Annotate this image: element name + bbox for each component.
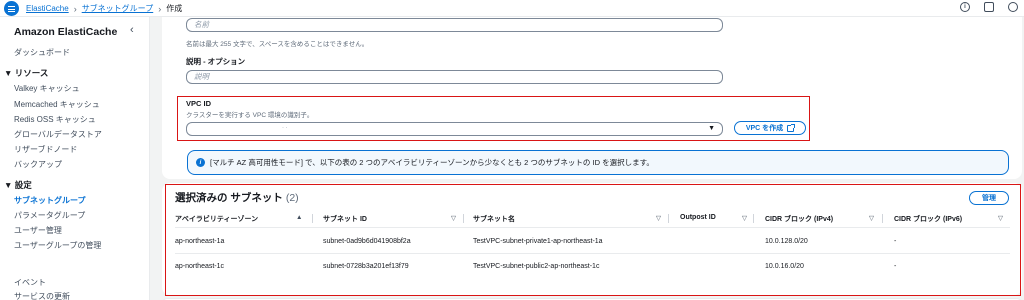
column-header-cidr-ipv4[interactable]: CIDR ブロック (IPv4) — [765, 214, 833, 224]
sidebar-item-global-datastore[interactable]: グローバルデータストア — [14, 129, 102, 140]
hamburger-icon — [8, 5, 15, 12]
feedback-icon[interactable] — [984, 2, 994, 12]
vpc-id-label: VPC ID — [186, 99, 212, 108]
description-input[interactable]: 説明 — [186, 70, 723, 84]
selected-subnets-card: 選択済みの サブネット (2) 管理 アベイラビリティーゾーン ▲ サブネット … — [162, 183, 1022, 296]
main-content: 名前 名前は最大 255 文字で、スペースを含めることはできません。 説明 - … — [150, 17, 1024, 300]
sidebar-item-backups[interactable]: バックアップ — [14, 159, 62, 170]
table-count: (2) — [285, 192, 299, 204]
table-cell-cidr-ipv4: 10.0.16.0/20 — [765, 263, 804, 270]
table-cell-subnet-name: TestVPC-subnet-public2-ap-northeast-1c — [473, 263, 600, 270]
column-header-subnet-id[interactable]: サブネット ID — [323, 214, 367, 224]
table-cell-subnet-name: TestVPC-subnet-private1-ap-northeast-1a — [473, 238, 603, 245]
name-hint: 名前は最大 255 文字で、スペースを含めることはできません。 — [186, 41, 369, 48]
subnet-group-settings-card: 名前 名前は最大 255 文字で、スペースを含めることはできません。 説明 - … — [162, 17, 1022, 179]
sidebar-item-subnet-groups[interactable]: サブネットグループ — [14, 195, 86, 206]
chevron-right-icon: › — [158, 3, 162, 14]
table-cell-subnet-id: subnet-0728b3a201ef13f79 — [323, 263, 409, 270]
column-divider — [668, 214, 669, 223]
table-cell-cidr-ipv6: - — [894, 238, 897, 245]
vpc-id-hint: クラスターを実行する VPC 環境の識別子。 — [186, 112, 314, 119]
sort-icon[interactable]: ▽ — [998, 214, 1003, 222]
top-bar: ElastiCache › サブネットグループ › 作成 i — [0, 0, 1024, 17]
sidebar-item-dashboard[interactable]: ダッシュボード — [14, 47, 70, 58]
multi-az-info-alert: i [マルチ AZ 高可用性モード] で、以下の表の 2 つのアベイラビリティー… — [187, 150, 1009, 175]
selected-subnets-title: 選択済みの サブネット (2) — [175, 190, 299, 205]
menu-button[interactable] — [4, 1, 19, 16]
sidebar-item-service-updates[interactable]: サービスの更新 — [14, 291, 70, 300]
info-icon[interactable]: i — [960, 2, 970, 12]
breadcrumb: ElastiCache › サブネットグループ › 作成 — [26, 3, 182, 14]
sidebar-title: Amazon ElastiCache — [14, 26, 118, 38]
sidebar: Amazon ElastiCache ‹ ダッシュボード ▼ リソース Valk… — [0, 17, 150, 300]
column-header-az[interactable]: アベイラビリティーゾーン — [175, 214, 258, 224]
sort-ascending-icon[interactable]: ▲ — [296, 214, 302, 221]
settings-icon[interactable] — [1008, 2, 1018, 12]
column-divider — [882, 214, 883, 223]
table-title-text: 選択済みの サブネット — [175, 192, 283, 204]
table-cell-az: ap-northeast-1a — [175, 238, 225, 245]
table-cell-cidr-ipv4: 10.0.128.0/20 — [765, 238, 808, 245]
column-divider — [463, 214, 464, 223]
column-header-cidr-ipv6[interactable]: CIDR ブロック (IPv6) — [894, 214, 962, 224]
table-cell-subnet-id: subnet-0ad9b6d041908bf2a — [323, 238, 411, 245]
chevron-right-icon: › — [73, 3, 77, 14]
sidebar-item-user-management[interactable]: ユーザー管理 — [14, 225, 62, 236]
breadcrumb-elasticache[interactable]: ElastiCache — [26, 4, 69, 13]
sidebar-item-events[interactable]: イベント — [14, 277, 46, 288]
sidebar-item-redis[interactable]: Redis OSS キャッシュ — [14, 114, 96, 125]
column-divider — [753, 214, 754, 223]
sidebar-item-user-group-management[interactable]: ユーザーグループの管理 — [14, 240, 101, 251]
create-vpc-button[interactable]: VPC を作成 — [734, 121, 806, 135]
sort-icon[interactable]: ▽ — [869, 214, 874, 222]
breadcrumb-current: 作成 — [166, 4, 183, 13]
table-cell-az: ap-northeast-1c — [175, 263, 225, 270]
sidebar-item-memcached[interactable]: Memcached キャッシュ — [14, 99, 100, 110]
manage-button[interactable]: 管理 — [969, 191, 1009, 205]
sidebar-section-resources[interactable]: ▼ リソース — [4, 67, 48, 79]
external-link-icon — [787, 123, 796, 132]
caret-down-icon: ▼ — [708, 125, 715, 132]
column-divider — [312, 214, 313, 223]
sort-icon[interactable]: ▽ — [451, 214, 456, 222]
sidebar-item-parameter-groups[interactable]: パラメータグループ — [14, 210, 85, 221]
breadcrumb-subnet-groups[interactable]: サブネットグループ — [82, 3, 154, 14]
vpc-id-value: · · — [282, 125, 288, 131]
multi-az-info-text: [マルチ AZ 高可用性モード] で、以下の表の 2 つのアベイラビリティーゾー… — [210, 158, 654, 167]
description-label: 説明 - オプション — [186, 57, 246, 66]
column-header-subnet-name[interactable]: サブネット名 — [473, 214, 515, 224]
sidebar-item-reserved-nodes[interactable]: リザーブドノード — [14, 144, 77, 155]
column-header-outpost-id[interactable]: Outpost ID — [680, 214, 716, 221]
name-input[interactable]: 名前 — [186, 18, 723, 32]
collapse-sidebar-icon[interactable]: ‹ — [130, 24, 134, 36]
create-vpc-label: VPC を作成 — [745, 125, 784, 132]
info-icon: i — [196, 158, 205, 167]
sort-icon[interactable]: ▽ — [742, 214, 747, 222]
table-divider — [175, 227, 1010, 228]
vpc-id-select[interactable]: · · ▼ — [186, 122, 723, 136]
sidebar-item-valkey[interactable]: Valkey キャッシュ — [14, 83, 80, 94]
table-cell-cidr-ipv6: - — [894, 263, 897, 270]
sidebar-section-settings[interactable]: ▼ 設定 — [4, 179, 32, 191]
table-divider — [175, 253, 1010, 254]
sort-icon[interactable]: ▽ — [656, 214, 661, 222]
